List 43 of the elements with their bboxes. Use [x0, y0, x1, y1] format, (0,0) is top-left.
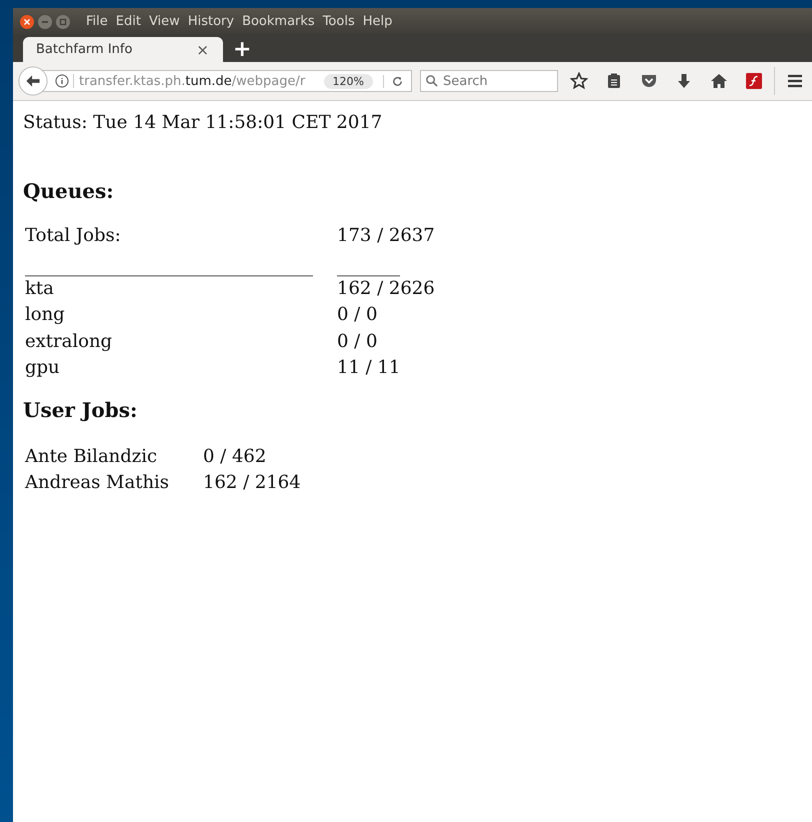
- queue-name: kta: [25, 278, 54, 298]
- job-count: 0 / 462: [203, 446, 266, 466]
- queue-name: gpu: [25, 357, 60, 378]
- menu-item[interactable]: Tools: [322, 14, 355, 29]
- queue-name: Total Jobs:: [25, 225, 121, 246]
- close-icon[interactable]: [20, 14, 34, 28]
- queue-name: long: [25, 304, 65, 325]
- home-icon[interactable]: [710, 72, 728, 90]
- browser-tab[interactable]: Batchfarm Info ×: [23, 37, 223, 62]
- zoom-level[interactable]: 120%: [324, 74, 373, 88]
- new-tab-button[interactable]: +: [233, 37, 252, 62]
- download-icon[interactable]: [675, 72, 693, 90]
- job-count: 11 / 11: [337, 357, 400, 378]
- menu-item[interactable]: Help: [362, 14, 392, 29]
- job-count: 0 / 0: [337, 330, 378, 352]
- menu-item[interactable]: View: [148, 14, 180, 29]
- job-count: 173 / 2637: [337, 225, 435, 246]
- back-icon[interactable]: [18, 66, 48, 96]
- status-text: Status: Tue 14 Mar 11:58:01 CET 2017: [23, 111, 384, 135]
- menu-item[interactable]: History: [188, 14, 234, 29]
- maximize-icon[interactable]: [56, 14, 70, 28]
- search-icon: [425, 74, 438, 87]
- menu-item[interactable]: Bookmarks: [242, 14, 315, 29]
- url-text: transfer.ktas.ph.tum.de/webpage/r: [79, 74, 306, 88]
- section-heading: User Jobs:: [23, 398, 138, 422]
- user-name: Andreas Mathis: [25, 472, 170, 493]
- close-tab-button[interactable]: ×: [196, 40, 209, 58]
- job-count: 162 / 2164: [203, 472, 301, 493]
- menu-item[interactable]: File: [86, 14, 108, 29]
- job-count: 162 / 2626: [337, 278, 435, 298]
- user-name: Ante Bilandzic: [25, 446, 158, 466]
- clipboard-icon[interactable]: [605, 72, 623, 90]
- job-count: 0 / 0: [337, 304, 378, 325]
- address-bar[interactable]: transfer.ktas.ph.tum.de/webpage/r 120%: [40, 70, 412, 92]
- underscore-line: _______: [337, 256, 400, 276]
- star-icon[interactable]: [570, 72, 588, 90]
- menu-icon[interactable]: [786, 72, 804, 90]
- queue-name: extralong: [25, 330, 112, 352]
- section-heading: Queues:: [23, 179, 115, 203]
- underscore-line: ________________________________: [25, 256, 313, 276]
- menu-item[interactable]: Edit: [116, 14, 141, 29]
- info-icon[interactable]: [55, 74, 74, 88]
- search-field[interactable]: Search: [420, 70, 558, 92]
